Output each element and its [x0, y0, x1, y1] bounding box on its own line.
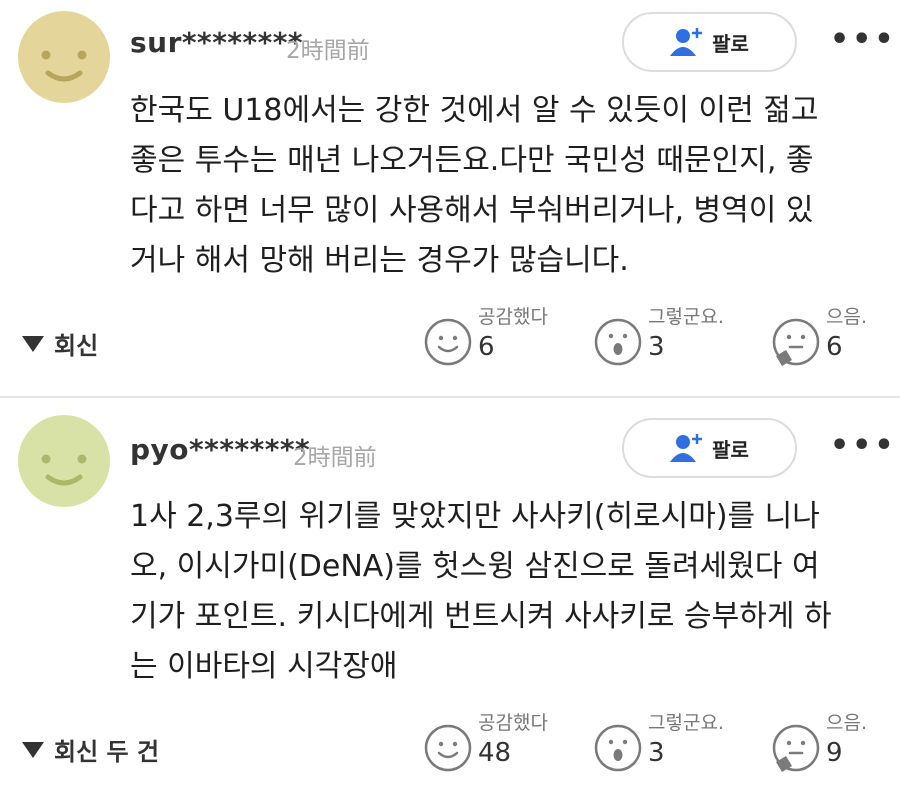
- reaction-count: 9: [826, 738, 843, 768]
- reply-toggle[interactable]: 회신 두 건: [22, 732, 159, 767]
- surprised-face-icon: [594, 318, 642, 366]
- username[interactable]: pyo********: [130, 433, 310, 466]
- follow-label: 팔로: [712, 437, 749, 462]
- username[interactable]: sur********: [130, 26, 303, 59]
- reaction-count: 6: [826, 332, 843, 362]
- reaction-label: 공감했다: [478, 306, 548, 328]
- reaction-count: 3: [648, 738, 665, 768]
- reply-label: 회신 두 건: [54, 738, 160, 766]
- comment-text: 한국도 U18에서는 강한 것에서 알 수 있듯이 이런 젊고 좋은 투수는 매…: [130, 86, 890, 286]
- follow-label: 팔로: [712, 31, 749, 56]
- comment-line: 는 이바타의 시각장애: [130, 649, 398, 684]
- thinking-face-icon: [772, 318, 820, 366]
- smile-face-icon: [424, 724, 472, 772]
- timestamp: 2時間前: [293, 445, 377, 471]
- comment-line: 다고 하면 너무 많이 사용해서 부숴버리거나, 병역이 있: [130, 193, 814, 228]
- caret-down-icon: [22, 335, 44, 352]
- comment-line: 거나 해서 망해 버리는 경우가 많습니다.: [130, 243, 629, 278]
- surprised-face-icon: [594, 724, 642, 772]
- caret-down-icon: [22, 741, 44, 758]
- comment-line: 기가 포인트. 키시다에게 번트시켜 사사키로 승부하게 하: [130, 599, 832, 634]
- smile-face-icon: [424, 318, 472, 366]
- more-options-icon[interactable]: •••: [830, 428, 897, 463]
- follow-button[interactable]: 팔로: [622, 418, 797, 478]
- comment-line: 오, 이시가미(DeNA)를 헛스윙 삼진으로 돌려세웠다 여: [130, 549, 820, 584]
- reaction-label: 공감했다: [478, 712, 548, 734]
- comment-text: 1사 2,3루의 위기를 맞았지만 사사키(히로시마)를 니나 오, 이시가미(…: [130, 492, 890, 692]
- smile-avatar-icon: [18, 415, 110, 507]
- more-options-icon[interactable]: •••: [830, 22, 897, 57]
- comment-item: pyo******** 2時間前 팔로 ••• 1사 2,3루의 위기를 맞았지…: [0, 396, 900, 792]
- reaction-label: 그렇군요.: [648, 306, 724, 328]
- reply-label: 회신: [54, 332, 99, 360]
- reply-toggle[interactable]: 회신: [22, 326, 98, 361]
- comment-line: 1사 2,3루의 위기를 맞았지만 사사키(히로시마)를 니나: [130, 499, 820, 534]
- thinking-face-icon: [772, 724, 820, 772]
- add-user-icon: [670, 434, 703, 462]
- comment-item: sur******** 2時間前 팔로 ••• 한국도 U18에서는 강한 것에…: [0, 0, 900, 396]
- comment-line: 좋은 투수는 매년 나오거든요.다만 국민성 때문인지, 좋: [130, 143, 814, 178]
- reaction-label: 그렇군요.: [648, 712, 724, 734]
- avatar[interactable]: [18, 11, 110, 103]
- smile-avatar-icon: [18, 11, 110, 103]
- timestamp: 2時間前: [286, 38, 370, 64]
- comment-line: 한국도 U18에서는 강한 것에서 알 수 있듯이 이런 젊고: [130, 93, 819, 128]
- reaction-count: 3: [648, 332, 665, 362]
- avatar[interactable]: [18, 415, 110, 507]
- reaction-count: 6: [478, 332, 495, 362]
- reaction-label: 으음.: [826, 712, 867, 734]
- follow-button[interactable]: 팔로: [622, 12, 797, 72]
- add-user-icon: [670, 28, 703, 56]
- reaction-label: 으음.: [826, 306, 867, 328]
- reaction-count: 48: [478, 738, 512, 768]
